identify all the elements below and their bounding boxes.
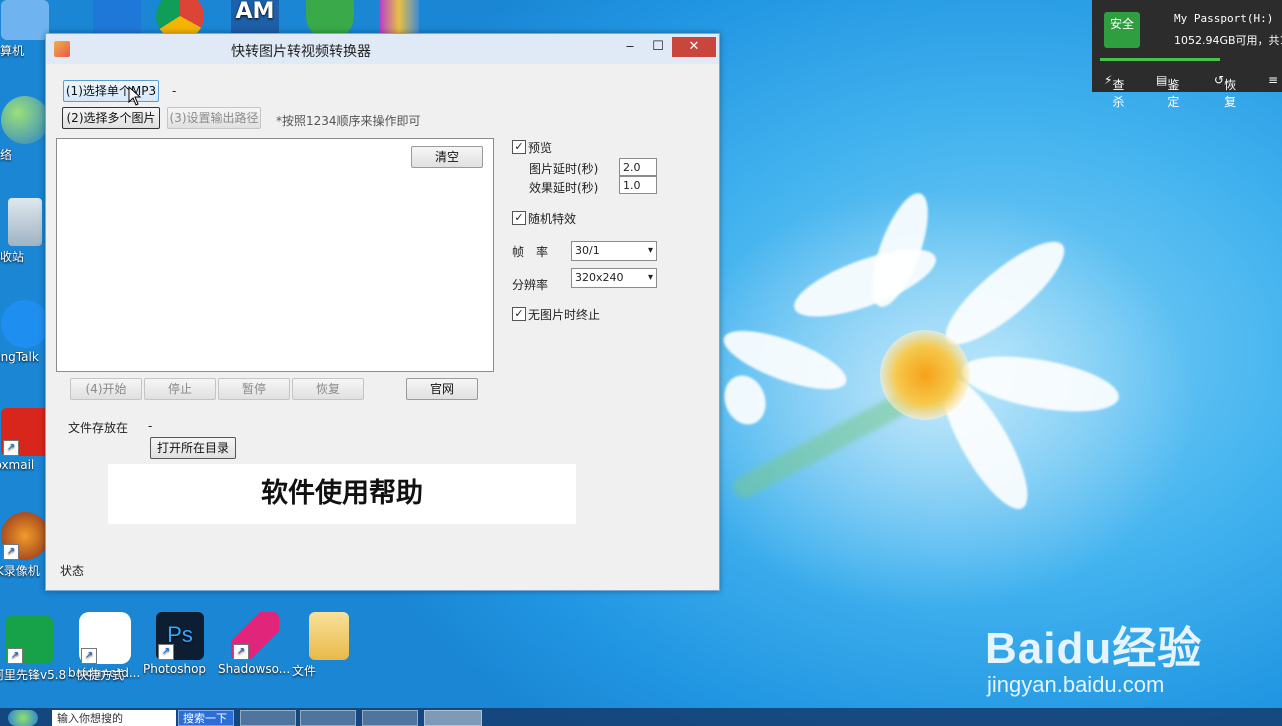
computer-icon [1,0,49,40]
photoshop-icon: Ps ↗ [156,612,204,660]
preview-checkbox[interactable]: ✓ [512,140,526,154]
chevron-down-icon: ▾ [647,272,653,283]
drive-capacity: 1052.94GB可用，共1 [1174,34,1282,47]
mouse-cursor-icon [128,86,142,106]
foxmail-icon: ↗ [1,408,49,456]
shortcut-arrow-icon: ↗ [3,544,19,560]
scan-button[interactable]: ⚡ 查杀 [1104,73,1124,109]
shortcut-arrow-icon: ↗ [233,644,249,660]
image-delay-input[interactable]: 2.0 [619,158,657,176]
resolution-label: 分辨率 [512,278,549,292]
random-effect-checkbox[interactable]: ✓ [512,211,526,225]
save-location-label: 文件存放在 [68,421,129,435]
shadowsocks-icon: ↗ [231,612,279,660]
baidu-netdisk-shortcut[interactable]: ↗ baidunetd... - 快捷方式 [68,612,142,682]
status-label: 状态 [60,564,85,578]
set-output-button[interactable]: (3)设置输出路径 [167,107,261,129]
shortcut-arrow-icon: ↗ [81,648,97,664]
select-images-button[interactable]: (2)选择多个图片 [62,107,160,129]
start-button-icon[interactable] [8,710,38,726]
image-delay-label: 图片延时(秒) [529,162,599,176]
website-button[interactable]: 官网 [406,378,478,400]
stop-button[interactable]: 停止 [144,378,216,400]
drive-name: My Passport(H:) [1174,12,1274,25]
kk-recorder-icon: ↗ [1,512,49,560]
taskbar-app-1[interactable] [240,710,296,726]
help-banner[interactable]: 软件使用帮助 [108,464,576,524]
close-button[interactable]: ✕ [672,37,716,57]
taskbar-search-box[interactable]: 输入你想搜的 [52,710,176,726]
flower-center [880,330,970,420]
mp3-path-value: - [172,84,177,98]
app-icon [54,41,70,57]
recycle-bin-icon [8,198,42,246]
chevron-down-icon: ▾ [647,245,653,256]
dingtalk-icon [1,300,49,348]
flower-petal [932,227,1078,359]
taskbar-app-3[interactable] [362,710,418,726]
helper-icon: ↗ [5,616,53,664]
folder-icon [309,612,349,660]
effect-delay-input[interactable]: 1.0 [619,176,657,194]
minimize-button[interactable]: ‒ [616,37,644,57]
preview-label: 预览 [528,141,553,155]
fps-select[interactable]: 30/1 ▾ [571,241,657,261]
safe-badge: 安全 [1104,12,1140,48]
drive-tools: ⚡ 查杀 ▤ 鉴定 ↺ 恢复 ≡ [1092,70,1282,109]
shortcut-arrow-icon: ↗ [158,644,174,660]
baidu-netdisk-icon: ↗ [79,612,131,664]
taskbar-search-button[interactable]: 搜索一下 [178,710,234,726]
drive-widget: 安全 My Passport(H:) 1052.94GB可用，共1 ⚡ 查杀 ▤… [1092,0,1282,109]
identify-button[interactable]: ▤ 鉴定 [1156,73,1179,109]
pause-button[interactable]: 暂停 [218,378,290,400]
image-list[interactable]: 清空 [56,138,494,372]
taskbar-app-2[interactable] [300,710,356,726]
start-button[interactable]: (4)开始 [70,378,142,400]
save-location-value: - [148,419,153,433]
folder-shortcut[interactable]: 文件 [292,612,366,678]
converter-window: 快转图片转视频转换器 ‒ ☐ ✕ (1)选择单个MP3 - (2)选择多个图片 … [45,33,720,591]
stop-no-image-label: 无图片时终止 [528,308,601,322]
shortcut-arrow-icon: ↗ [3,440,19,456]
drive-usage-bar [1100,58,1220,61]
fps-label: 帧 率 [512,245,549,259]
stop-no-image-checkbox[interactable]: ✓ [512,307,526,321]
resume-button[interactable]: 恢复 [292,378,364,400]
restore-button[interactable]: ↺ 恢复 [1214,73,1236,109]
select-mp3-button[interactable]: (1)选择单个MP3 [63,80,159,102]
shadowsocks-shortcut[interactable]: ↗ Shadowso... [218,612,292,676]
open-directory-button[interactable]: 打开所在目录 [150,437,236,459]
effect-delay-label: 效果延时(秒) [529,181,599,195]
photoshop-shortcut[interactable]: Ps ↗ Photoshop [143,612,217,676]
taskbar-app-converter[interactable] [424,710,482,726]
shortcut-arrow-icon: ↗ [7,648,23,664]
network-icon [1,96,49,144]
flower-petal [717,369,773,431]
random-effect-label: 随机特效 [528,212,577,226]
helper-shortcut[interactable]: ↗ 阿里先锋v5.8 [0,616,66,682]
clear-button[interactable]: 清空 [411,146,483,168]
maximize-button[interactable]: ☐ [644,37,672,57]
window-title: 快转图片转视频转换器 [231,44,371,60]
resolution-select[interactable]: 320x240 ▾ [571,268,657,288]
usage-hint: *按照1234顺序来操作即可 [276,114,421,128]
baidu-watermark: Baidu经验 jingyan.baidu.com [985,624,1203,697]
title-bar[interactable]: 快转图片转视频转换器 ‒ ☐ ✕ [46,34,719,64]
menu-button[interactable]: ≡ [1268,73,1278,87]
taskbar: 输入你想搜的 搜索一下 [0,708,1282,726]
